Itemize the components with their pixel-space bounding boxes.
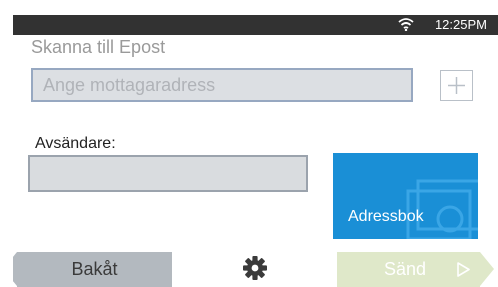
recipient-field[interactable] (31, 68, 413, 102)
address-book-icon (406, 179, 478, 239)
sender-input[interactable] (30, 157, 306, 190)
status-time: 12:25PM (434, 17, 487, 32)
address-book-button[interactable]: Adressbok (333, 153, 478, 239)
sender-label: Avsändare: (35, 135, 116, 152)
send-label: Sänd (384, 259, 427, 279)
status-bar: 12:25PM (13, 15, 498, 35)
play-arrow-icon (457, 262, 470, 277)
scan-to-email-screen: 12:25PM Skanna till Epost Avsändare: Adr… (13, 15, 498, 287)
recipient-input[interactable] (33, 70, 411, 100)
send-button[interactable]: Sänd (337, 252, 494, 287)
back-button[interactable]: Bakåt (13, 252, 172, 287)
sender-field[interactable] (28, 155, 308, 192)
address-book-label: Adressbok (348, 208, 424, 225)
add-recipient-button[interactable] (440, 70, 473, 101)
gear-icon[interactable] (242, 255, 268, 281)
back-label: Bakåt (71, 259, 118, 279)
plus-icon (448, 77, 465, 94)
screen-title: Skanna till Epost (31, 37, 166, 57)
wifi-icon (398, 18, 414, 31)
